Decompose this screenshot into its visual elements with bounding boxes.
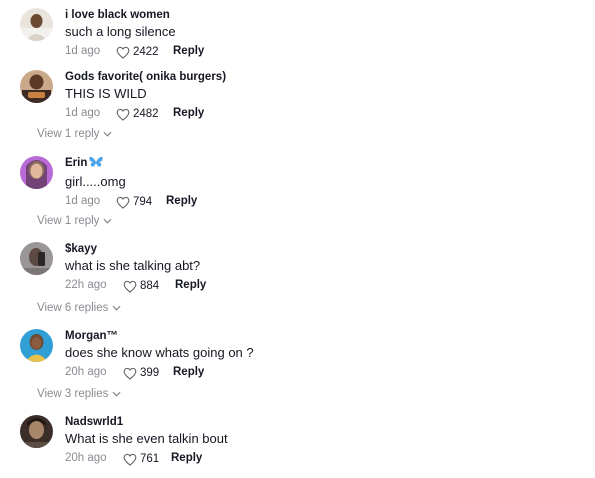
comment-timestamp: 1d ago [65,195,101,207]
like-button[interactable]: 399 [123,364,159,382]
comment-timestamp: 1d ago [65,45,101,57]
like-count: 2422 [133,46,159,58]
chevron-down-icon [112,391,121,397]
view-replies-button[interactable]: View 1 reply [37,128,112,140]
comment-text: what is she talking abt? [65,258,201,273]
like-count: 399 [140,367,160,379]
comment-text: What is she even talkin bout [65,431,228,446]
chevron-down-icon [103,131,112,137]
avatar[interactable] [20,8,53,41]
like-count: 761 [140,453,160,465]
heart-outline-icon [116,46,130,59]
like-button[interactable]: 794 [116,193,152,211]
avatar[interactable] [20,329,53,362]
reply-button[interactable]: Reply [173,366,204,378]
comment-username[interactable]: Nadswrld1 [65,415,565,429]
like-count: 2482 [133,108,159,120]
reply-button[interactable]: Reply [173,45,204,57]
like-button[interactable]: 884 [123,277,159,295]
comment-username[interactable]: Gods favorite( onika burgers) [65,70,565,84]
view-replies-label: View 3 replies [37,388,109,400]
reply-button[interactable]: Reply [171,452,202,464]
avatar[interactable] [20,70,53,103]
view-replies-button[interactable]: View 6 replies [37,302,121,314]
like-count: 794 [133,196,153,208]
comment-username[interactable]: $kayy [65,242,565,256]
comment-username[interactable]: Morgan™ [65,329,565,343]
comment-text: does she know whats going on ? [65,345,254,360]
chevron-down-icon [112,305,121,311]
reply-button[interactable]: Reply [166,195,197,207]
comment-text: girl.....omg [65,174,126,189]
comment-timestamp: 1d ago [65,107,101,119]
like-button[interactable]: 761 [123,450,159,468]
comments-panel: i love black women such a long silence 1… [0,0,595,478]
like-button[interactable]: 2482 [116,105,159,123]
avatar[interactable] [20,242,53,275]
heart-outline-icon [123,453,137,466]
comment-timestamp: 20h ago [65,452,107,464]
avatar[interactable] [20,156,53,189]
view-replies-label: View 1 reply [37,128,100,140]
heart-outline-icon [123,280,137,293]
avatar[interactable] [20,415,53,448]
reply-button[interactable]: Reply [173,107,204,119]
heart-outline-icon [116,108,130,121]
chevron-down-icon [103,218,112,224]
comment-text: THIS IS WILD [65,86,147,101]
like-button[interactable]: 2422 [116,43,159,61]
view-replies-label: View 1 reply [37,215,100,227]
like-count: 884 [140,280,160,292]
comment-username[interactable]: i love black women [65,8,565,22]
view-replies-label: View 6 replies [37,302,109,314]
butterfly-icon [89,156,104,172]
view-replies-button[interactable]: View 1 reply [37,215,112,227]
comment-username[interactable]: Erin [65,156,565,172]
comment-timestamp: 20h ago [65,366,107,378]
comment-text: such a long silence [65,24,176,39]
reply-button[interactable]: Reply [175,279,206,291]
comment-timestamp: 22h ago [65,279,107,291]
heart-outline-icon [123,367,137,380]
heart-outline-icon [116,196,130,209]
view-replies-button[interactable]: View 3 replies [37,388,121,400]
